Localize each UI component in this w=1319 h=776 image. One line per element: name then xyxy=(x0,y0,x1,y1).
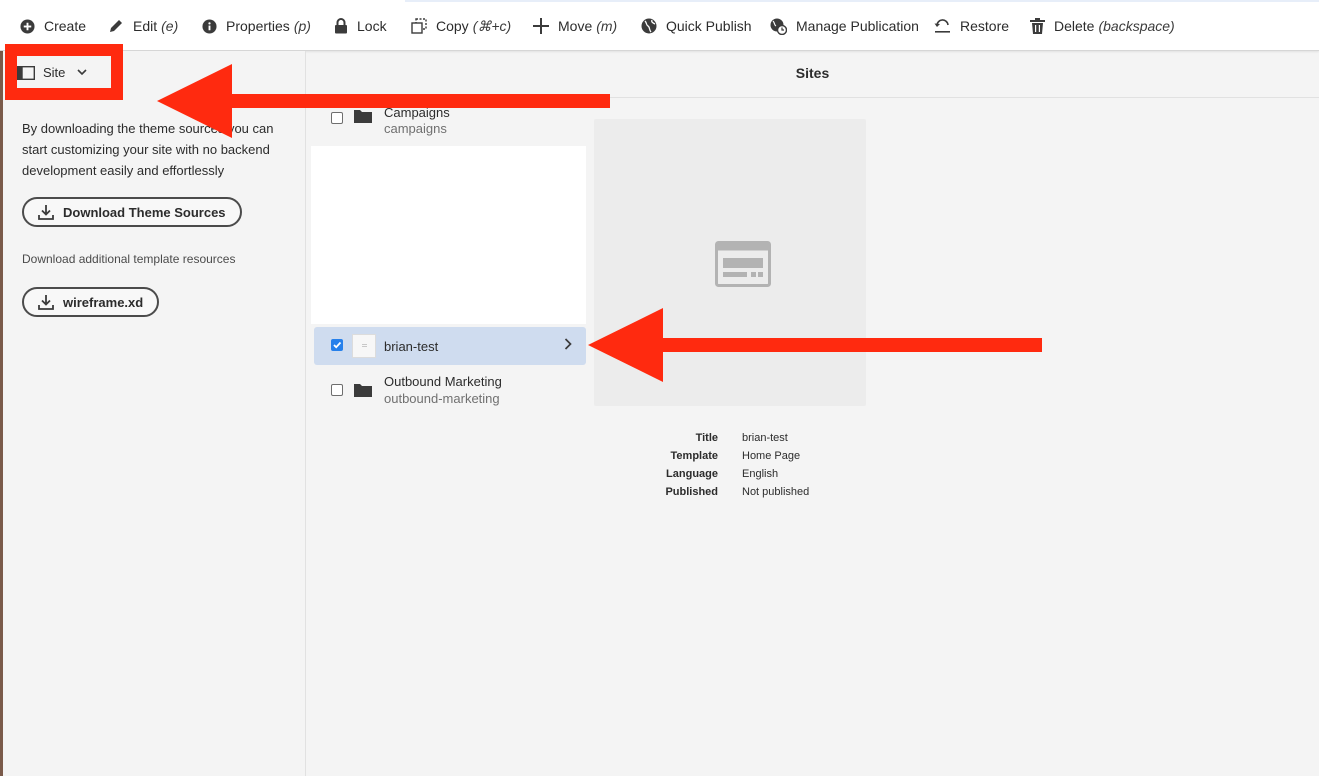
info-icon xyxy=(202,18,217,34)
list-item-brian-test[interactable]: brian-test xyxy=(314,327,586,365)
action-toolbar: Create Edit (e) Properties (p) Lock Copy… xyxy=(0,0,1319,51)
additional-resources-label: Download additional template resources xyxy=(22,252,236,266)
column-view: Campaigns campaigns brian-test Outbound … xyxy=(311,98,586,776)
wireframe-download-button[interactable]: wireframe.xd xyxy=(22,287,160,317)
properties-shortcut: (p) xyxy=(293,18,311,34)
detail-template-key: Template xyxy=(670,450,718,462)
detail-language-key: Language xyxy=(666,468,718,480)
detail-title-value: brian-test xyxy=(742,432,788,444)
chevron-right-icon[interactable] xyxy=(564,338,572,350)
folder-icon xyxy=(354,110,372,123)
page-title: Sites xyxy=(795,65,830,81)
quick-publish-label: Quick Publish xyxy=(666,18,752,34)
checkmark-icon xyxy=(333,341,342,349)
web-page-icon xyxy=(715,241,771,287)
page-icon xyxy=(362,344,367,347)
annotation-highlight-box xyxy=(5,44,123,100)
copy-icon xyxy=(411,18,427,34)
row-checkbox[interactable] xyxy=(331,112,343,124)
create-label: Create xyxy=(44,18,87,34)
item-path: outbound-marketing xyxy=(384,391,500,406)
properties-button[interactable]: Properties (p) xyxy=(202,15,311,37)
globe-clock-icon xyxy=(770,18,787,35)
item-name: brian-test xyxy=(384,339,439,354)
list-item-campaigns[interactable]: Campaigns campaigns xyxy=(314,100,586,138)
page-thumbnail xyxy=(352,334,376,358)
download-icon xyxy=(38,295,54,310)
item-path: campaigns xyxy=(384,121,447,136)
download-theme-sources-button[interactable]: Download Theme Sources xyxy=(22,197,242,227)
manage-publication-label: Manage Publication xyxy=(796,18,919,34)
left-rail: Site By downloading the theme sources yo… xyxy=(3,51,306,776)
preview-card xyxy=(594,119,866,406)
edit-label: Edit xyxy=(133,18,158,34)
download-theme-sources-label: Download Theme Sources xyxy=(63,204,226,220)
pencil-icon xyxy=(110,20,122,32)
move-icon xyxy=(533,18,549,34)
properties-label: Properties xyxy=(226,18,290,34)
main-header: Sites xyxy=(306,51,1319,98)
quick-publish-button[interactable]: Quick Publish xyxy=(641,15,752,37)
row-checkbox-checked[interactable] xyxy=(331,339,343,351)
detail-template-value: Home Page xyxy=(742,450,801,462)
detail-published-value: Not published xyxy=(742,486,810,498)
detail-title-key: Title xyxy=(695,432,718,444)
copy-button[interactable]: Copy (⌘+c) xyxy=(411,15,511,37)
trash-icon xyxy=(1030,18,1045,34)
lock-label: Lock xyxy=(357,18,387,34)
lock-button[interactable]: Lock xyxy=(334,15,387,37)
column-empty-area xyxy=(311,146,586,324)
delete-shortcut: (backspace) xyxy=(1098,18,1175,34)
wireframe-label: wireframe.xd xyxy=(63,294,144,310)
download-icon xyxy=(38,205,54,220)
delete-button[interactable]: Delete (backspace) xyxy=(1030,15,1175,37)
copy-shortcut: (⌘+c) xyxy=(472,17,512,34)
restore-icon xyxy=(934,19,950,33)
plus-circle-icon xyxy=(20,18,35,34)
copy-label: Copy xyxy=(436,18,469,34)
detail-published-key: Published xyxy=(665,486,718,498)
detail-language-value: English xyxy=(742,468,779,480)
theme-description: By downloading the theme sources you can… xyxy=(22,121,274,178)
row-checkbox[interactable] xyxy=(331,384,343,396)
create-button[interactable]: Create xyxy=(20,15,86,37)
edit-shortcut: (e) xyxy=(161,18,179,34)
move-label: Move xyxy=(558,18,593,34)
move-shortcut: (m) xyxy=(596,18,618,34)
edit-button[interactable]: Edit (e) xyxy=(108,15,178,37)
item-name: Campaigns xyxy=(384,105,450,120)
toolbar-top-rule xyxy=(405,0,1319,2)
item-name: Outbound Marketing xyxy=(384,374,502,389)
restore-button[interactable]: Restore xyxy=(934,15,1009,37)
move-button[interactable]: Move (m) xyxy=(533,15,617,37)
delete-label: Delete xyxy=(1054,18,1095,34)
globe-icon xyxy=(641,18,657,34)
list-item-outbound-marketing[interactable]: Outbound Marketing outbound-marketing xyxy=(314,365,586,406)
manage-publication-button[interactable]: Manage Publication xyxy=(770,15,919,37)
folder-icon xyxy=(354,384,372,397)
lock-icon xyxy=(335,18,347,34)
restore-label: Restore xyxy=(960,18,1010,34)
